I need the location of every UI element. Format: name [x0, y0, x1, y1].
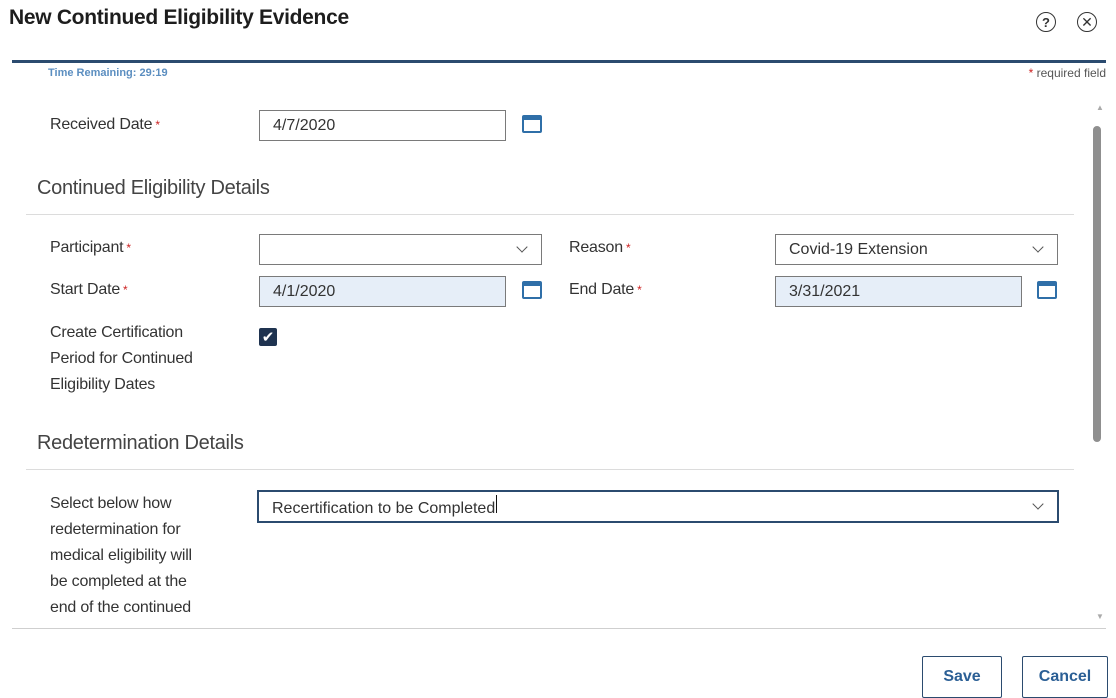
end-date-value: 3/31/2021	[789, 282, 861, 300]
reason-label: Reason *	[569, 235, 631, 261]
received-date-value: 4/7/2020	[273, 116, 336, 134]
scrollbar-thumb[interactable]	[1093, 126, 1101, 442]
participant-label-text: Participant	[50, 239, 124, 256]
section-divider	[26, 469, 1074, 470]
redetermination-value: Recertification to be Completed	[272, 500, 496, 517]
received-date-calendar-icon[interactable]	[522, 115, 542, 133]
required-note-star: *	[1028, 66, 1034, 80]
start-date-label: Start Date *	[50, 277, 128, 303]
end-date-label: End Date *	[569, 277, 642, 303]
received-date-label-text: Received Date	[50, 116, 153, 133]
redetermination-label: Select below how redetermination for med…	[50, 491, 192, 621]
reason-label-text: Reason	[569, 239, 623, 256]
section-continued-eligibility-details: Continued Eligibility Details	[37, 177, 270, 199]
end-date-calendar-icon[interactable]	[1037, 281, 1057, 299]
end-date-input[interactable]: 3/31/2021	[775, 276, 1022, 307]
cancel-button[interactable]: Cancel	[1022, 656, 1108, 698]
required-marker: *	[126, 241, 131, 255]
reason-value: Covid-19 Extension	[789, 240, 928, 258]
participant-select[interactable]	[259, 234, 542, 265]
text-caret	[496, 495, 498, 513]
time-remaining-text: Time Remaining: 29:19	[48, 67, 168, 79]
required-marker: *	[123, 283, 128, 297]
start-date-label-text: Start Date	[50, 281, 121, 298]
create-certification-checkbox[interactable]: ✔	[259, 328, 277, 346]
scroll-down-arrow-icon[interactable]: ▼	[1096, 612, 1104, 621]
required-marker: *	[637, 283, 642, 297]
help-icon[interactable]: ?	[1036, 12, 1056, 32]
required-field-note: * required field	[1029, 66, 1106, 80]
required-note-text: required field	[1036, 66, 1106, 80]
create-certification-label-line: Create Certification	[50, 324, 183, 341]
chevron-down-icon	[516, 241, 528, 253]
participant-label: Participant *	[50, 235, 131, 261]
checkmark-icon: ✔	[261, 329, 275, 346]
create-certification-label: Create Certification Period for Continue…	[50, 320, 193, 398]
close-icon[interactable]: ✕	[1077, 12, 1097, 32]
create-certification-label-line: Period for Continued	[50, 350, 193, 367]
chevron-down-icon	[1032, 241, 1044, 253]
redetermination-value-wrap: Recertification to be Completed	[272, 495, 498, 518]
redetermination-label-line: Select below how	[50, 495, 172, 512]
create-certification-label-line: Eligibility Dates	[50, 376, 156, 393]
dialog-title: New Continued Eligibility Evidence	[9, 6, 349, 29]
required-marker: *	[155, 118, 160, 132]
end-date-label-text: End Date	[569, 281, 635, 298]
reason-select[interactable]: Covid-19 Extension	[775, 234, 1058, 265]
chevron-down-icon	[1032, 498, 1044, 510]
start-date-calendar-icon[interactable]	[522, 281, 542, 299]
redetermination-label-line: end of the continued	[50, 599, 192, 616]
redetermination-label-line: medical eligibility will	[50, 547, 192, 564]
section-redetermination-details: Redetermination Details	[37, 432, 244, 454]
save-button[interactable]: Save	[922, 656, 1002, 698]
redetermination-select[interactable]: Recertification to be Completed	[257, 490, 1059, 523]
start-date-input[interactable]: 4/1/2020	[259, 276, 506, 307]
footer-divider	[12, 628, 1106, 629]
section-divider	[26, 214, 1074, 215]
received-date-input[interactable]: 4/7/2020	[259, 110, 506, 141]
required-marker: *	[625, 241, 631, 255]
received-date-label: Received Date *	[50, 112, 160, 138]
scroll-up-arrow-icon[interactable]: ▲	[1096, 103, 1104, 112]
start-date-value: 4/1/2020	[273, 282, 336, 300]
redetermination-label-line: be completed at the	[50, 573, 187, 590]
header-divider	[12, 60, 1106, 63]
redetermination-label-line: redetermination for	[50, 521, 181, 538]
